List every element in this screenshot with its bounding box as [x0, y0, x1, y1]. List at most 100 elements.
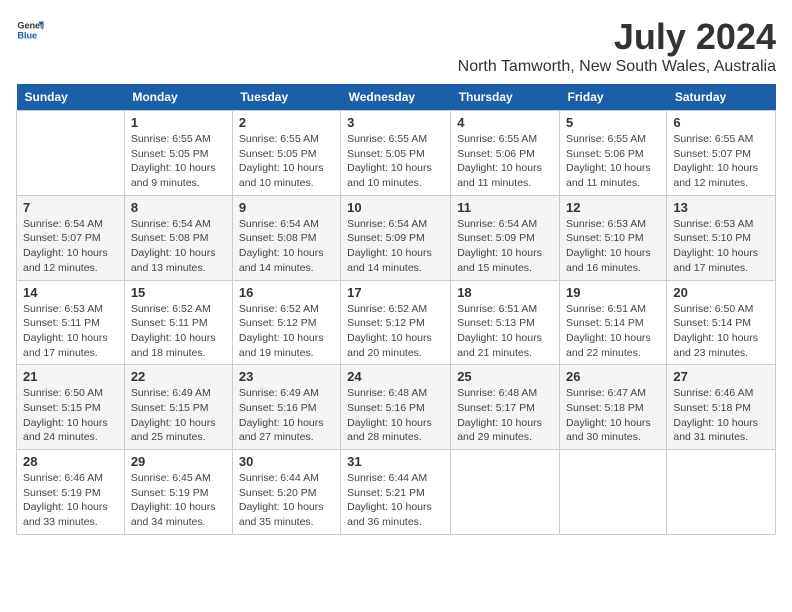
day-number: 13: [673, 200, 769, 215]
day-number: 8: [131, 200, 226, 215]
calendar-cell: 14Sunrise: 6:53 AM Sunset: 5:11 PM Dayli…: [17, 280, 125, 365]
day-info: Sunrise: 6:48 AM Sunset: 5:17 PM Dayligh…: [457, 386, 553, 445]
calendar-cell: 4Sunrise: 6:55 AM Sunset: 5:06 PM Daylig…: [451, 111, 560, 196]
day-number: 30: [239, 454, 334, 469]
calendar-cell: 10Sunrise: 6:54 AM Sunset: 5:09 PM Dayli…: [341, 195, 451, 280]
calendar-cell: 6 Sunrise: 6:55 AM Sunset: 5:07 PM Daylig…: [667, 111, 776, 196]
day-number: 6: [673, 115, 769, 130]
calendar-cell: 25 Sunrise: 6:48 AM Sunset: 5:17 PM Dayli…: [451, 365, 560, 450]
calendar-cell: 18Sunrise: 6:51 AM Sunset: 5:13 PM Dayli…: [451, 280, 560, 365]
calendar-cell: 21 Sunrise: 6:50 AM Sunset: 5:15 PM Dayli…: [17, 365, 125, 450]
day-number: 11: [457, 200, 553, 215]
calendar-header-row: SundayMondayTuesdayWednesdayThursdayFrid…: [17, 84, 776, 111]
calendar-week-3: 14Sunrise: 6:53 AM Sunset: 5:11 PM Dayli…: [17, 280, 776, 365]
calendar-cell: [451, 450, 560, 535]
calendar-cell: [17, 111, 125, 196]
calendar-cell: 13 Sunrise: 6:53 AM Sunset: 5:10 PM Dayli…: [667, 195, 776, 280]
day-info: Sunrise: 6:55 AM Sunset: 5:05 PM Dayligh…: [239, 132, 334, 191]
day-number: 17: [347, 285, 444, 300]
calendar-cell: 23 Sunrise: 6:49 AM Sunset: 5:16 PM Dayli…: [232, 365, 340, 450]
day-info: Sunrise: 6:49 AM Sunset: 5:15 PM Dayligh…: [131, 386, 226, 445]
day-info: Sunrise: 6:45 AM Sunset: 5:19 PM Dayligh…: [131, 471, 226, 530]
day-number: 27: [673, 369, 769, 384]
header-thursday: Thursday: [451, 84, 560, 111]
day-number: 5: [566, 115, 660, 130]
day-info: Sunrise: 6:53 AM Sunset: 5:10 PM Dayligh…: [566, 217, 660, 276]
day-number: 1: [131, 115, 226, 130]
day-number: 2: [239, 115, 334, 130]
day-info: Sunrise: 6:46 AM Sunset: 5:18 PM Dayligh…: [673, 386, 769, 445]
day-info: Sunrise: 6:50 AM Sunset: 5:14 PM Dayligh…: [673, 302, 769, 361]
day-number: 21: [23, 369, 118, 384]
day-info: Sunrise: 6:54 AM Sunset: 5:08 PM Dayligh…: [131, 217, 226, 276]
header-saturday: Saturday: [667, 84, 776, 111]
calendar-cell: 12 Sunrise: 6:53 AM Sunset: 5:10 PM Dayli…: [560, 195, 667, 280]
calendar-cell: 19 Sunrise: 6:51 AM Sunset: 5:14 PM Dayli…: [560, 280, 667, 365]
calendar-table: SundayMondayTuesdayWednesdayThursdayFrid…: [16, 84, 776, 535]
day-number: 23: [239, 369, 334, 384]
calendar-cell: 30 Sunrise: 6:44 AM Sunset: 5:20 PM Dayli…: [232, 450, 340, 535]
calendar-cell: 7 Sunrise: 6:54 AM Sunset: 5:07 PM Daylig…: [17, 195, 125, 280]
day-info: Sunrise: 6:53 AM Sunset: 5:11 PM Dayligh…: [23, 302, 118, 361]
page-header: General Blue July 2024 North Tamworth, N…: [16, 16, 776, 76]
calendar-week-1: 1 Sunrise: 6:55 AM Sunset: 5:05 PM Daylig…: [17, 111, 776, 196]
logo: General Blue: [16, 16, 44, 44]
day-number: 9: [239, 200, 334, 215]
day-info: Sunrise: 6:55 AM Sunset: 5:06 PM Dayligh…: [457, 132, 553, 191]
calendar-cell: 20 Sunrise: 6:50 AM Sunset: 5:14 PM Dayli…: [667, 280, 776, 365]
title-section: July 2024 North Tamworth, New South Wale…: [458, 16, 776, 76]
page-title: July 2024: [458, 16, 776, 58]
calendar-cell: 8 Sunrise: 6:54 AM Sunset: 5:08 PM Daylig…: [124, 195, 232, 280]
day-number: 26: [566, 369, 660, 384]
day-info: Sunrise: 6:55 AM Sunset: 5:07 PM Dayligh…: [673, 132, 769, 191]
day-info: Sunrise: 6:55 AM Sunset: 5:06 PM Dayligh…: [566, 132, 660, 191]
day-info: Sunrise: 6:54 AM Sunset: 5:09 PM Dayligh…: [347, 217, 444, 276]
day-number: 7: [23, 200, 118, 215]
header-wednesday: Wednesday: [341, 84, 451, 111]
day-info: Sunrise: 6:54 AM Sunset: 5:08 PM Dayligh…: [239, 217, 334, 276]
calendar-cell: 1 Sunrise: 6:55 AM Sunset: 5:05 PM Daylig…: [124, 111, 232, 196]
calendar-cell: 26 Sunrise: 6:47 AM Sunset: 5:18 PM Dayli…: [560, 365, 667, 450]
calendar-cell: 3Sunrise: 6:55 AM Sunset: 5:05 PM Daylig…: [341, 111, 451, 196]
day-info: Sunrise: 6:51 AM Sunset: 5:13 PM Dayligh…: [457, 302, 553, 361]
day-number: 24: [347, 369, 444, 384]
day-info: Sunrise: 6:54 AM Sunset: 5:07 PM Dayligh…: [23, 217, 118, 276]
day-info: Sunrise: 6:52 AM Sunset: 5:11 PM Dayligh…: [131, 302, 226, 361]
day-number: 19: [566, 285, 660, 300]
calendar-week-5: 28Sunrise: 6:46 AM Sunset: 5:19 PM Dayli…: [17, 450, 776, 535]
header-sunday: Sunday: [17, 84, 125, 111]
day-info: Sunrise: 6:55 AM Sunset: 5:05 PM Dayligh…: [131, 132, 226, 191]
day-number: 25: [457, 369, 553, 384]
calendar-cell: 16 Sunrise: 6:52 AM Sunset: 5:12 PM Dayli…: [232, 280, 340, 365]
calendar-cell: 5 Sunrise: 6:55 AM Sunset: 5:06 PM Daylig…: [560, 111, 667, 196]
header-monday: Monday: [124, 84, 232, 111]
day-info: Sunrise: 6:51 AM Sunset: 5:14 PM Dayligh…: [566, 302, 660, 361]
logo-icon: General Blue: [16, 16, 44, 44]
calendar-cell: 27 Sunrise: 6:46 AM Sunset: 5:18 PM Dayli…: [667, 365, 776, 450]
calendar-week-2: 7 Sunrise: 6:54 AM Sunset: 5:07 PM Daylig…: [17, 195, 776, 280]
day-info: Sunrise: 6:47 AM Sunset: 5:18 PM Dayligh…: [566, 386, 660, 445]
day-number: 12: [566, 200, 660, 215]
day-number: 31: [347, 454, 444, 469]
day-info: Sunrise: 6:53 AM Sunset: 5:10 PM Dayligh…: [673, 217, 769, 276]
calendar-cell: [667, 450, 776, 535]
calendar-week-4: 21 Sunrise: 6:50 AM Sunset: 5:15 PM Dayli…: [17, 365, 776, 450]
day-info: Sunrise: 6:54 AM Sunset: 5:09 PM Dayligh…: [457, 217, 553, 276]
calendar-cell: 28Sunrise: 6:46 AM Sunset: 5:19 PM Dayli…: [17, 450, 125, 535]
day-info: Sunrise: 6:52 AM Sunset: 5:12 PM Dayligh…: [239, 302, 334, 361]
day-number: 16: [239, 285, 334, 300]
calendar-cell: [560, 450, 667, 535]
day-number: 20: [673, 285, 769, 300]
day-number: 15: [131, 285, 226, 300]
day-info: Sunrise: 6:48 AM Sunset: 5:16 PM Dayligh…: [347, 386, 444, 445]
header-friday: Friday: [560, 84, 667, 111]
day-info: Sunrise: 6:50 AM Sunset: 5:15 PM Dayligh…: [23, 386, 118, 445]
day-info: Sunrise: 6:44 AM Sunset: 5:20 PM Dayligh…: [239, 471, 334, 530]
day-info: Sunrise: 6:49 AM Sunset: 5:16 PM Dayligh…: [239, 386, 334, 445]
calendar-cell: 24 Sunrise: 6:48 AM Sunset: 5:16 PM Dayli…: [341, 365, 451, 450]
svg-text:Blue: Blue: [17, 30, 37, 40]
calendar-cell: 15 Sunrise: 6:52 AM Sunset: 5:11 PM Dayli…: [124, 280, 232, 365]
calendar-cell: 22 Sunrise: 6:49 AM Sunset: 5:15 PM Dayli…: [124, 365, 232, 450]
day-number: 22: [131, 369, 226, 384]
day-info: Sunrise: 6:46 AM Sunset: 5:19 PM Dayligh…: [23, 471, 118, 530]
